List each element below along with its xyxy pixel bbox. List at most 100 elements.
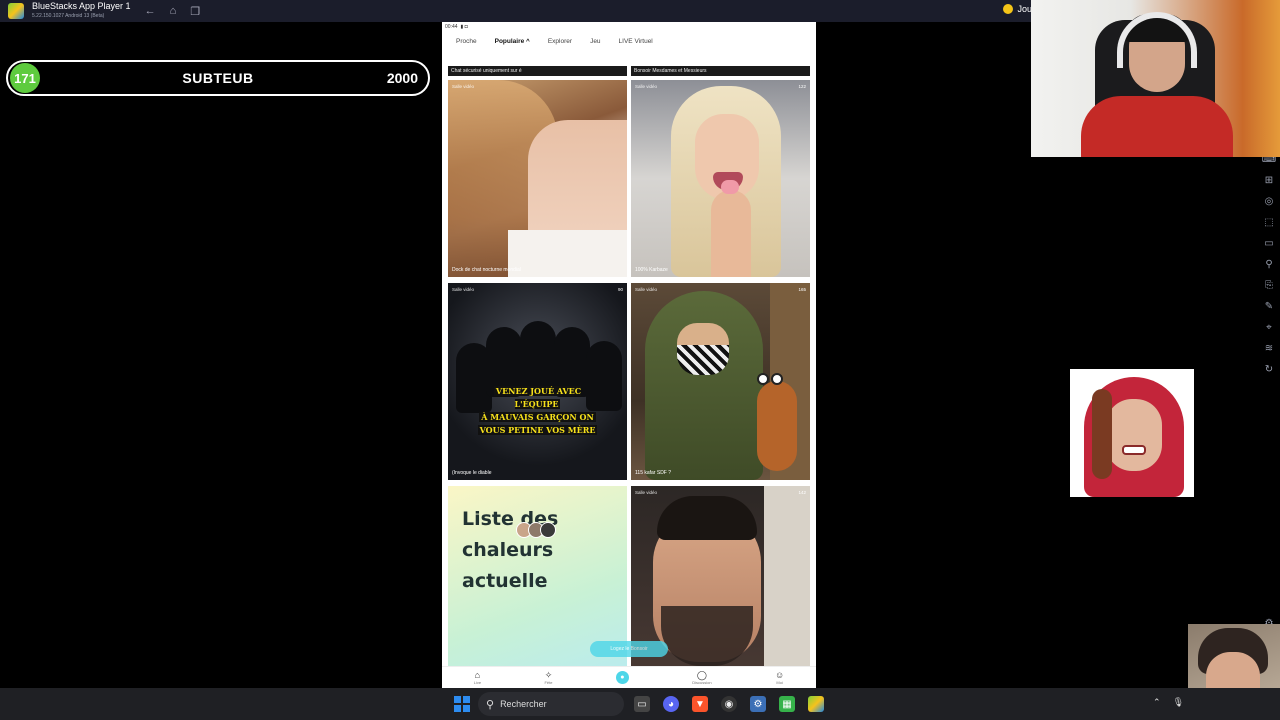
- taskbar-search[interactable]: ⚲ Rechercher: [478, 692, 624, 716]
- multi-instance-icon[interactable]: ❐: [190, 5, 200, 18]
- window-title: BlueStacks App Player 1 5.22.150.1027 An…: [32, 1, 131, 21]
- live-card[interactable]: Salle vidéo 122 100% Karbaze: [631, 80, 810, 277]
- rotate-icon[interactable]: ↻: [1265, 364, 1273, 376]
- live-card[interactable]: Salle vidéo 165 115 kafar SDF ?: [631, 283, 810, 480]
- profile-icon: ☺: [775, 670, 785, 680]
- titlebar-right[interactable]: Jou: [1003, 4, 1032, 14]
- layers-icon[interactable]: ≋: [1265, 343, 1273, 355]
- card-image-detail: [711, 190, 751, 277]
- record-icon[interactable]: ⬚: [1264, 217, 1273, 229]
- promo-headline-line: chaleurs: [462, 539, 554, 561]
- avatar-stack: [516, 522, 556, 538]
- obs-icon[interactable]: ◉: [721, 696, 737, 712]
- windows-start-icon[interactable]: [454, 696, 470, 712]
- card-image-detail: [508, 230, 627, 277]
- card-tag: Salle vidéo: [635, 84, 658, 89]
- brave-icon[interactable]: ▼: [692, 696, 708, 712]
- top-tabs: Proche Populaire ^ Explorer Jeu LIVE Vir…: [442, 31, 816, 51]
- card-image: [764, 486, 810, 683]
- back-icon[interactable]: ←: [145, 5, 156, 17]
- bluestacks-side-toolbar: ⌨ ⊞ ◎ ⬚ ▭ ⚲ ⎘ ✎ ⌖ ≋ ↻ ⚙: [1258, 150, 1280, 630]
- card-viewers: 90: [617, 287, 623, 292]
- status-bar: 00:44 ▮ ◘: [442, 22, 816, 31]
- card-image-detail: [757, 381, 797, 471]
- nav-label: Discussion: [692, 680, 712, 685]
- game-center-icon: [1003, 4, 1014, 14]
- nav-profile[interactable]: ☺ Moi: [775, 670, 784, 685]
- tab-populaire[interactable]: Populaire ^: [495, 38, 530, 45]
- screenshot-icon[interactable]: ◎: [1265, 196, 1274, 208]
- tab-proche[interactable]: Proche: [456, 38, 477, 45]
- status-icon: ▮ ◘: [460, 23, 468, 30]
- gear-app-icon[interactable]: ⚙: [750, 696, 766, 712]
- home-icon[interactable]: ⌂: [170, 5, 177, 17]
- nav-discussion[interactable]: ◯ Discussion: [692, 670, 711, 685]
- tab-explorer[interactable]: Explorer: [548, 38, 572, 45]
- card-tag: Salle vidéo: [452, 84, 475, 89]
- sticker-detail: [1106, 399, 1162, 471]
- sub-goal-bar: 171 SUBTEUB 2000: [6, 60, 430, 96]
- live-card[interactable]: VENEZ JOUÉ AVEC L'ÉQUIPE À MAUVAIS GARÇO…: [448, 283, 627, 480]
- streamer-webcam: [1031, 0, 1280, 157]
- card-image-detail: [721, 180, 739, 194]
- android-app-screen: 00:44 ▮ ◘ Proche Populaire ^ Explorer Je…: [442, 22, 816, 688]
- screen: BlueStacks App Player 1 5.22.150.1027 An…: [0, 0, 1280, 720]
- tab-jeu[interactable]: Jeu: [590, 38, 600, 45]
- spreadsheet-icon[interactable]: ▦: [779, 696, 795, 712]
- taskbar-search-placeholder: Rechercher: [500, 699, 547, 709]
- reaction-sticker: [1070, 369, 1194, 497]
- promo-headline: Liste des chaleurs actuelle: [462, 504, 592, 597]
- card-image-detail: [657, 496, 757, 540]
- nav-live[interactable]: ⌂ Live: [474, 670, 481, 685]
- chat-icon: ◯: [696, 670, 707, 680]
- card-image-detail: [757, 373, 769, 385]
- card-caption: 100% Karbaze: [635, 267, 668, 273]
- sticker-detail: [1122, 445, 1146, 455]
- live-icon: ●: [615, 671, 629, 684]
- card-image-detail: [771, 373, 783, 385]
- webcam-detail: [1081, 96, 1233, 157]
- tab-live-virtuel[interactable]: LIVE Virtuel: [619, 38, 653, 45]
- card-viewers: 142: [798, 490, 806, 495]
- titlebar-right-label: Jou: [1017, 4, 1032, 14]
- nav-label: Fête: [544, 680, 553, 685]
- card-viewers: 122: [798, 84, 806, 89]
- card-tag: Salle vidéo: [452, 287, 475, 292]
- location-icon[interactable]: ⌖: [1266, 322, 1272, 334]
- window-subtitle: 5.22.150.1027 Android 13 (Beta): [32, 13, 105, 19]
- card-tag: Salle vidéo: [635, 490, 658, 495]
- bluestacks-logo-icon: [8, 3, 24, 19]
- search-icon: ⚲: [486, 698, 495, 711]
- overlay-line: À MAUVAIS GARÇON ON: [479, 412, 596, 422]
- sticker-detail: [1092, 389, 1112, 479]
- card-image-detail: [520, 321, 556, 391]
- bluestacks-taskbar-icon[interactable]: [808, 696, 824, 712]
- discord-icon[interactable]: ◕: [663, 696, 679, 712]
- promo-headline-line: actuelle: [462, 570, 548, 592]
- media-icon[interactable]: ▭: [1264, 238, 1273, 250]
- macro-icon[interactable]: ⚲: [1265, 259, 1272, 271]
- gamepad-icon[interactable]: ⊞: [1265, 175, 1273, 187]
- eco-icon[interactable]: ✎: [1265, 301, 1273, 313]
- live-card[interactable]: Salle vidéo Dock de chat nocturne mondia…: [448, 80, 627, 277]
- bottom-nav: ⌂ Live ✧ Fête ● ◯ Discussion ☺ Moi: [442, 666, 816, 688]
- card-viewers: 165: [798, 287, 806, 292]
- chevron-up-icon[interactable]: ⌃: [1153, 697, 1161, 708]
- task-view-icon[interactable]: ▭: [634, 696, 650, 712]
- files-icon[interactable]: ⎘: [1265, 280, 1273, 292]
- floating-promo-pill[interactable]: Logez le Bonsoir: [590, 641, 668, 657]
- window-title-text: BlueStacks App Player 1: [32, 1, 131, 11]
- card-image-detail: [645, 291, 763, 480]
- nav-go-live[interactable]: ●: [615, 671, 629, 684]
- banner-left[interactable]: Chat sécurisé uniquement sur é: [448, 66, 627, 76]
- system-tray: ⌃ 🎙: [1153, 697, 1184, 708]
- sub-goal-target: 2000: [386, 70, 418, 86]
- microphone-icon[interactable]: 🎙: [1173, 697, 1184, 708]
- avatar: [540, 522, 556, 538]
- card-caption: Dock de chat nocturne mondial: [452, 267, 521, 273]
- card-image-detail: [677, 345, 729, 375]
- banner-right[interactable]: Bonsoir Mesdames et Messieurs: [631, 66, 810, 76]
- card-tag: Salle vidéo: [635, 287, 658, 292]
- nav-party[interactable]: ✧ Fête: [544, 670, 552, 685]
- party-icon: ✧: [544, 670, 553, 680]
